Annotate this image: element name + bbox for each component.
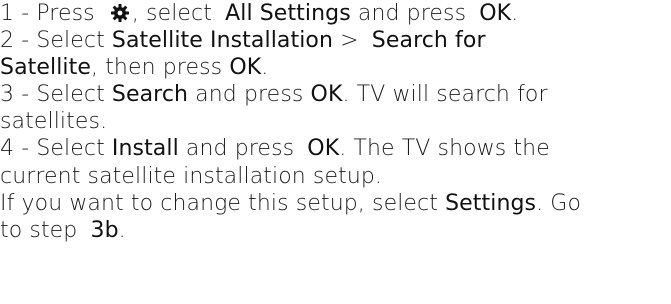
satellite-installation-label: Satellite Installation [111,28,334,54]
note: If you want to change this setup, select… [0,190,582,216]
step-4: 4 - Select Install and press OK. The TV … [0,136,550,162]
instruction-text: 1 - Press , select All Settings and pres… [0,0,671,244]
step-1-mid: , select [131,1,220,26]
all-settings-label: All Settings [225,1,351,26]
step-1-prefix: 1 - Press [0,1,102,26]
ok-label: OK [479,1,512,26]
ok-label: OK [229,55,262,81]
step-ref-label: 3b [90,217,119,243]
step-2-prefix: 2 - Select [0,28,112,54]
step-3-prefix: 3 - Select [0,82,112,108]
search-for-satellite-label: Search for [371,28,486,54]
step-2-cont: Satellite, then press OK. [0,55,269,81]
step-3-cont: satellites. [0,109,108,135]
gear-icon [110,4,129,22]
step-1: 1 - Press , select All Settings and pres… [0,1,519,26]
ok-label: OK [310,82,343,108]
step-4-cont: current satellite installation setup. [0,163,383,189]
ok-label: OK [307,136,340,162]
note-cont: to step 3b. [0,217,126,243]
search-for-satellite-label-cont: Satellite [0,55,92,81]
search-label: Search [111,82,189,108]
settings-label: Settings [445,190,537,216]
step-3: 3 - Select Search and press OK. TV will … [0,82,548,108]
install-label: Install [111,136,179,162]
step-4-prefix: 4 - Select [0,136,112,162]
step-2: 2 - Select Satellite Installation > Sear… [0,28,486,54]
step-1-tail: and press [350,1,474,26]
